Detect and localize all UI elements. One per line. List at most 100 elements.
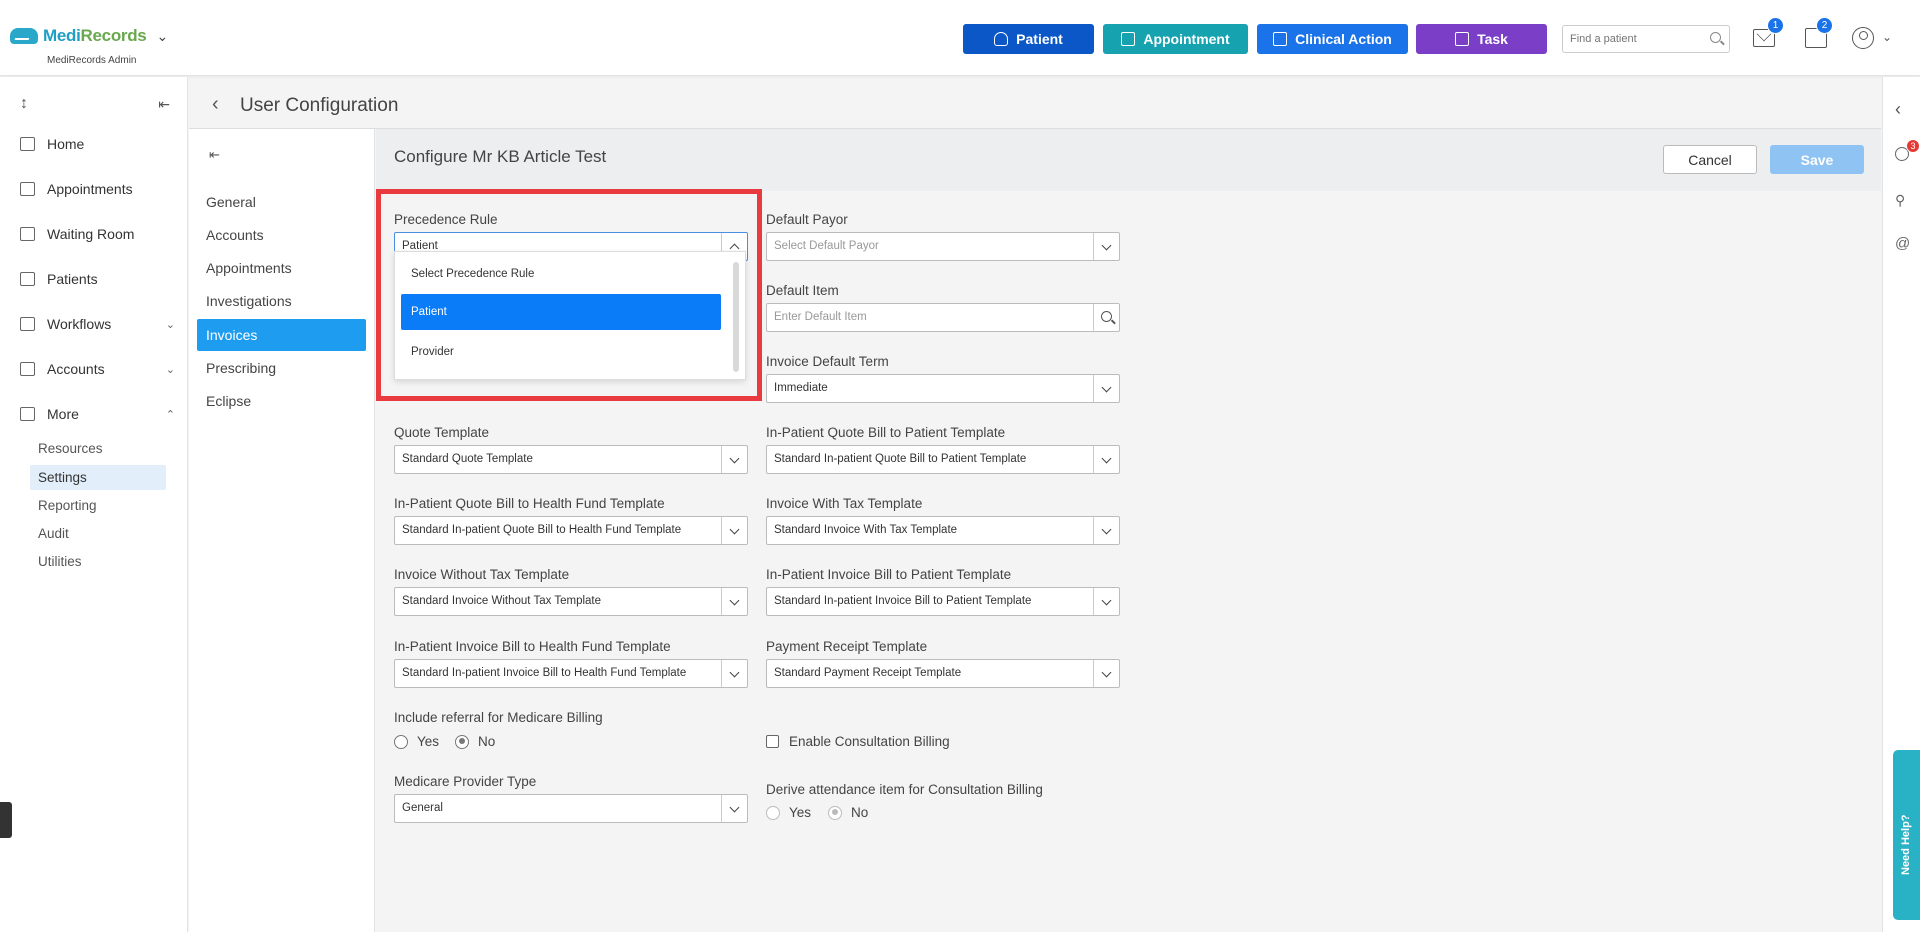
sidebar-subitem-resources[interactable]: Resources bbox=[30, 436, 166, 461]
chevron-down-icon[interactable]: ⌄ bbox=[1882, 30, 1892, 44]
radio-yes[interactable] bbox=[766, 805, 780, 820]
dropdown-option[interactable]: Provider bbox=[401, 334, 721, 370]
sidebar-item-waiting-room[interactable]: Waiting Room bbox=[20, 222, 175, 246]
search-icon[interactable] bbox=[1101, 311, 1112, 322]
app-logo[interactable]: MediRecords ⌄ bbox=[10, 26, 168, 46]
radio-yes[interactable] bbox=[394, 734, 408, 749]
dropdown-option[interactable]: Select Precedence Rule bbox=[401, 256, 721, 292]
invoice-default-term-select[interactable]: Immediate bbox=[766, 374, 1120, 403]
sidebar-item-home[interactable]: Home bbox=[20, 132, 175, 156]
new-patient-button[interactable]: Patient bbox=[963, 24, 1094, 54]
tasks-badge: 2 bbox=[1816, 17, 1833, 34]
chevron-down-icon[interactable] bbox=[1093, 446, 1119, 473]
subnav-item-prescribing[interactable]: Prescribing bbox=[197, 352, 366, 384]
invoice-without-tax-select[interactable]: Standard Invoice Without Tax Template bbox=[394, 587, 748, 616]
back-arrow-icon[interactable]: ‹ bbox=[212, 93, 219, 116]
cancel-button[interactable]: Cancel bbox=[1663, 145, 1757, 174]
chevron-down-icon[interactable] bbox=[721, 588, 747, 615]
account-subtitle: MediRecords Admin bbox=[47, 55, 137, 66]
payment-receipt-select[interactable]: Standard Payment Receipt Template bbox=[766, 659, 1120, 688]
chevron-down-icon[interactable] bbox=[1093, 233, 1119, 260]
dropdown-scrollbar[interactable] bbox=[733, 262, 739, 372]
pin-icon[interactable]: ⚲ bbox=[1895, 192, 1909, 208]
sidebar-subitem-utilities[interactable]: Utilities bbox=[30, 549, 166, 574]
clipboard-icon bbox=[1455, 32, 1470, 46]
collapse-sidebar-icon[interactable]: ⇤ bbox=[158, 96, 170, 113]
quote-template-select[interactable]: Standard Quote Template bbox=[394, 445, 748, 474]
sidebar-item-patients[interactable]: Patients bbox=[20, 267, 175, 291]
default-payor-select[interactable]: Select Default Payor bbox=[766, 232, 1120, 261]
derive-attendance-field: Derive attendance item for Consultation … bbox=[766, 782, 1043, 797]
invoice-with-tax-field: Invoice With Tax Template Standard Invoi… bbox=[766, 496, 1120, 545]
form-header: Configure Mr KB Article Test Cancel Save bbox=[376, 129, 1881, 191]
subnav-item-invoices[interactable]: Invoices bbox=[197, 319, 366, 351]
include-referral-no[interactable]: No bbox=[455, 734, 495, 749]
clinical-action-button[interactable]: Clinical Action bbox=[1257, 24, 1408, 54]
subnav-item-investigations[interactable]: Investigations bbox=[197, 285, 366, 317]
inpatient-invoice-patient-field: In-Patient Invoice Bill to Patient Templ… bbox=[766, 567, 1120, 616]
sidebar-item-appointments[interactable]: Appointments bbox=[20, 177, 175, 201]
chevron-down-icon[interactable] bbox=[721, 795, 747, 822]
at-sign-icon[interactable]: @ bbox=[1895, 235, 1910, 252]
sidebar-subitem-reporting[interactable]: Reporting bbox=[30, 493, 166, 518]
include-referral-yes[interactable]: Yes bbox=[394, 734, 439, 749]
mail-badge: 1 bbox=[1767, 17, 1784, 34]
inpatient-quote-patient-select[interactable]: Standard In-patient Quote Bill to Patien… bbox=[766, 445, 1120, 474]
sidebar-item-more[interactable]: More ⌃ bbox=[20, 402, 175, 426]
logo-text-medi: Medi bbox=[43, 26, 81, 45]
settings-subnav: ⇤ General Accounts Appointments Investig… bbox=[189, 129, 375, 932]
inpatient-invoice-patient-select[interactable]: Standard In-patient Invoice Bill to Pati… bbox=[766, 587, 1120, 616]
sidebar-subitem-settings[interactable]: Settings bbox=[30, 465, 166, 490]
quote-template-field: Quote Template Standard Quote Template bbox=[394, 425, 748, 474]
chevron-down-icon[interactable] bbox=[1093, 375, 1119, 402]
subnav-item-appointments[interactable]: Appointments bbox=[197, 252, 366, 284]
dropdown-option-selected[interactable]: Patient bbox=[401, 294, 721, 330]
invoice-without-tax-field: Invoice Without Tax Template Standard In… bbox=[394, 567, 748, 616]
collapse-subnav-icon[interactable]: ⇤ bbox=[209, 147, 220, 163]
subnav-item-eclipse[interactable]: Eclipse bbox=[197, 385, 366, 417]
chevron-down-icon[interactable]: ⌄ bbox=[156, 28, 168, 45]
main-sidebar: ↕ ⇤ Home Appointments Waiting Room Patie… bbox=[0, 77, 188, 932]
inpatient-invoice-fund-select[interactable]: Standard In-patient Invoice Bill to Heal… bbox=[394, 659, 748, 688]
new-task-button[interactable]: Task bbox=[1416, 24, 1547, 54]
save-button[interactable]: Save bbox=[1770, 145, 1864, 174]
chevron-left-icon[interactable]: ‹ bbox=[1895, 99, 1909, 119]
sidebar-item-accounts[interactable]: Accounts ⌄ bbox=[20, 357, 175, 381]
sidebar-item-workflows[interactable]: Workflows ⌄ bbox=[20, 312, 175, 336]
user-account-icon[interactable] bbox=[1852, 27, 1874, 49]
medicare-provider-type-select[interactable]: General bbox=[394, 794, 748, 823]
chevron-down-icon[interactable] bbox=[721, 517, 747, 544]
precedence-rule-label: Precedence Rule bbox=[394, 212, 498, 227]
precedence-rule-dropdown: Select Precedence Rule Patient Provider bbox=[394, 251, 746, 380]
subnav-item-general[interactable]: General bbox=[197, 186, 366, 218]
chevron-down-icon[interactable] bbox=[1093, 660, 1119, 687]
chevron-down-icon[interactable] bbox=[1093, 588, 1119, 615]
radio-no[interactable] bbox=[828, 805, 842, 820]
configure-title: Configure Mr KB Article Test bbox=[394, 147, 607, 166]
chevron-down-icon[interactable] bbox=[1093, 517, 1119, 544]
chevron-down-icon: ⌄ bbox=[165, 363, 175, 376]
need-help-tab[interactable]: Need Help? bbox=[1893, 750, 1920, 920]
derive-attendance-no[interactable]: No bbox=[828, 805, 868, 820]
radio-no[interactable] bbox=[455, 734, 469, 749]
enable-consultation-billing[interactable]: Enable Consultation Billing bbox=[766, 734, 950, 749]
inpatient-quote-patient-field: In-Patient Quote Bill to Patient Templat… bbox=[766, 425, 1120, 474]
patients-icon bbox=[20, 272, 35, 286]
subnav-item-accounts[interactable]: Accounts bbox=[197, 219, 366, 251]
inpatient-quote-fund-select[interactable]: Standard In-patient Quote Bill to Health… bbox=[394, 516, 748, 545]
top-bar: MediRecords ⌄ MediRecords Admin Patient … bbox=[0, 0, 1920, 76]
chevron-down-icon[interactable] bbox=[721, 446, 747, 473]
new-appointment-button[interactable]: Appointment bbox=[1103, 24, 1248, 54]
side-drawer-tab[interactable] bbox=[0, 802, 12, 838]
sidebar-subitem-audit[interactable]: Audit bbox=[30, 521, 166, 546]
calendar-icon bbox=[1121, 32, 1136, 46]
invoice-with-tax-select[interactable]: Standard Invoice With Tax Template bbox=[766, 516, 1120, 545]
search-icon[interactable] bbox=[1710, 32, 1721, 43]
inpatient-invoice-fund-field: In-Patient Invoice Bill to Health Fund T… bbox=[394, 639, 748, 688]
patient-search-input[interactable] bbox=[1563, 26, 1698, 52]
enable-consultation-checkbox[interactable] bbox=[766, 735, 779, 748]
reorder-icon[interactable]: ↕ bbox=[20, 95, 28, 113]
default-item-input[interactable]: Enter Default Item bbox=[766, 303, 1120, 332]
derive-attendance-yes[interactable]: Yes bbox=[766, 805, 811, 820]
chevron-down-icon[interactable] bbox=[721, 660, 747, 687]
